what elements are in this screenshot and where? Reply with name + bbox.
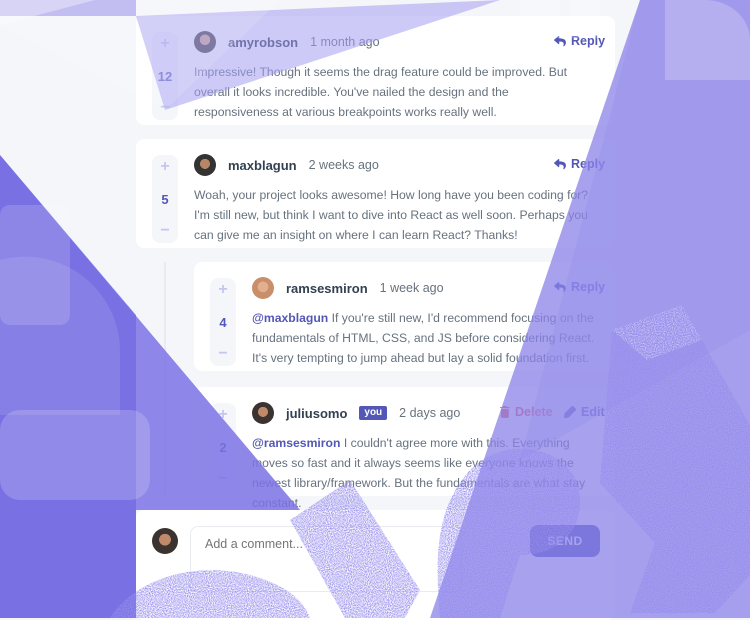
avatar [252, 402, 274, 424]
reply-icon [554, 158, 566, 169]
timestamp: 2 days ago [399, 406, 461, 420]
edit-button[interactable]: Edit [564, 405, 605, 419]
avatar [252, 277, 274, 299]
reply-label: Reply [571, 34, 606, 48]
comment-card-amyrobson: + 12 − amyrobson 1 month ago Reply Impre… [136, 16, 615, 125]
upvote-button[interactable]: + [218, 282, 227, 298]
mention[interactable]: @ramsesmiron [252, 436, 340, 450]
reply-button[interactable]: Reply [554, 34, 605, 48]
thread-divider [164, 262, 166, 494]
reply-button[interactable]: Reply [554, 280, 605, 294]
username[interactable]: juliusomo [286, 406, 347, 421]
comment-text: Impressive! Though it seems the drag fea… [194, 65, 568, 119]
upvote-button[interactable]: + [160, 36, 169, 52]
reply-label: Reply [571, 157, 606, 171]
timestamp: 1 month ago [310, 35, 380, 49]
comment-input[interactable] [190, 526, 462, 592]
upvote-button[interactable]: + [160, 159, 169, 175]
vote-control: + 4 − [210, 278, 236, 366]
score: 5 [161, 191, 169, 207]
downvote-button[interactable]: − [160, 223, 169, 239]
comment-text: Woah, your project looks awesome! How lo… [194, 188, 589, 242]
reply-card-ramsesmiron: + 4 − ramsesmiron 1 week ago Reply @maxb… [194, 262, 615, 371]
avatar [194, 31, 216, 53]
mention[interactable]: @maxblagun [252, 311, 328, 325]
reply-card-juliusomo: + 2 − juliusomo you 2 days ago Delete Ed… [194, 387, 615, 510]
reply-text: @maxblagun If you're still new, I'd reco… [252, 308, 602, 368]
upvote-button[interactable]: + [218, 407, 227, 423]
username[interactable]: ramsesmiron [286, 281, 368, 296]
timestamp: 2 weeks ago [308, 158, 379, 172]
send-button[interactable]: SEND [530, 525, 600, 557]
reply-icon [554, 35, 566, 46]
comment-card-maxblagun: + 5 − maxblagun 2 weeks ago Reply Woah, … [136, 139, 615, 248]
timestamp: 1 week ago [379, 281, 444, 295]
avatar [194, 154, 216, 176]
edit-label: Edit [581, 405, 605, 419]
delete-button[interactable]: Delete [500, 405, 553, 419]
you-badge: you [359, 406, 388, 420]
downvote-button[interactable]: − [160, 100, 169, 116]
reply-label: Reply [571, 280, 606, 294]
score: 12 [157, 68, 173, 84]
current-user-avatar [152, 528, 178, 554]
delete-label: Delete [515, 405, 553, 419]
score: 2 [219, 439, 227, 455]
score: 4 [219, 314, 227, 330]
reply-icon [554, 281, 566, 292]
username[interactable]: maxblagun [228, 158, 297, 173]
username[interactable]: amyrobson [228, 35, 298, 50]
comment-composer: SEND [136, 510, 615, 620]
edit-icon [564, 406, 576, 418]
downvote-button[interactable]: − [218, 346, 227, 362]
delete-icon [500, 406, 510, 418]
vote-control: + 12 − [152, 32, 178, 120]
downvote-button[interactable]: − [218, 471, 227, 487]
vote-control: + 2 − [210, 403, 236, 491]
reply-text: @ramsesmiron I couldn't agree more with … [252, 433, 597, 513]
vote-control: + 5 − [152, 155, 178, 243]
reply-button[interactable]: Reply [554, 157, 605, 171]
